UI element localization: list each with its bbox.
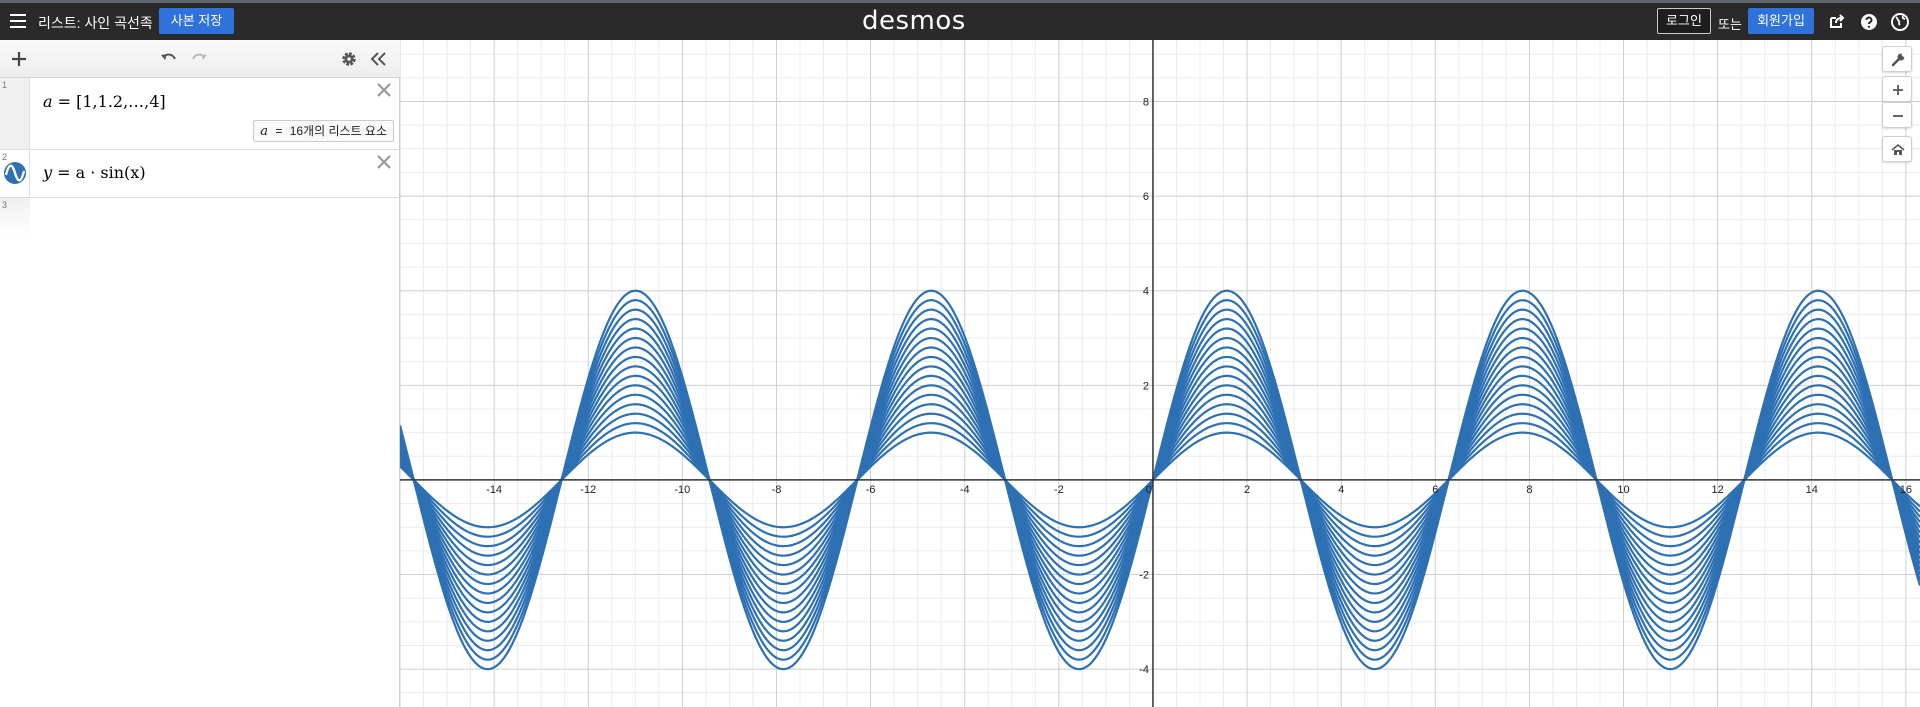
y-tick-label: 4 [1143,286,1149,298]
undo-icon[interactable] [158,48,180,70]
latex-rhs: [1,1.2,…,4] [76,92,166,111]
y-tick-label: -2 [1139,570,1149,582]
top-bar: 리스트: 사인 곡선족 사본 저장 desmos 로그인 또는 회원가입 [0,0,1920,40]
expression-row-2[interactable]: 2 y = a · sin(x) [0,150,400,198]
close-icon[interactable] [374,152,394,172]
x-tick-label: -10 [674,484,690,496]
home-icon [1891,143,1905,155]
y-tick-label: 8 [1143,96,1149,108]
x-tick-label: 14 [1806,484,1818,496]
menu-icon[interactable] [10,14,26,28]
x-tick-label: -12 [580,484,596,496]
eval-text: 16개의 리스트 요소 [289,124,387,138]
x-tick-label: -8 [772,484,782,496]
add-icon[interactable] [8,48,30,70]
x-tick-label: 2 [1244,484,1250,496]
help-icon[interactable] [1859,12,1879,32]
evaluation-box: a = 16개의 리스트 요소 [253,120,394,142]
x-tick-label: 12 [1712,484,1724,496]
x-tick-label: 8 [1526,484,1532,496]
save-copy-button[interactable]: 사본 저장 [159,8,234,34]
login-button[interactable]: 로그인 [1657,8,1711,34]
x-tick-label: 10 [1617,484,1629,496]
eval-equals: = [275,124,283,138]
desmos-logo: desmos [862,6,966,36]
x-tick-label: 16 [1900,484,1912,496]
x-tick-label: -6 [866,484,876,496]
origin-label: 0 [1146,484,1152,496]
zoom-in-icon [1893,85,1903,95]
latex-lhs: y [43,163,53,182]
default-viewport-button[interactable] [1882,136,1912,162]
signup-button[interactable]: 회원가입 [1748,8,1814,34]
expression-tab-3[interactable]: 3 [0,198,30,238]
x-tick-label: 4 [1338,484,1344,496]
expression-row-1[interactable]: 1 a = [1,1.2,…,4] a = 16개의 리스트 요소 [0,78,400,150]
y-tick-label: -4 [1139,664,1149,676]
x-tick-label: -14 [486,484,502,496]
graph-plot[interactable]: -14 -12 -10 -8 -6 -4 -2 2 4 6 8 10 12 14 16 0 -4 -2 2 4 6 8 [400,40,1920,707]
share-icon[interactable] [1827,12,1847,32]
wrench-icon [1891,53,1906,67]
expression-latex[interactable]: y = a · sin(x) [43,163,146,182]
x-tick-labels: -14 -12 -10 -8 -6 -4 -2 2 4 6 8 10 12 14 16 0 [486,484,1912,496]
zoom-in-button[interactable] [1882,76,1912,102]
y-tick-label: 2 [1143,380,1149,392]
expression-row-3[interactable]: 3 [0,198,400,238]
globe-icon[interactable] [1890,12,1910,32]
graph-settings-button[interactable] [1882,46,1912,72]
expression-number: 1 [2,80,8,90]
expression-number: 3 [2,200,8,210]
zoom-out-button[interactable] [1882,102,1912,128]
y-tick-label: 6 [1143,191,1149,203]
x-tick-label: 6 [1432,484,1438,496]
x-tick-label: -2 [1054,484,1064,496]
expression-toolbar [0,40,400,78]
expression-tab-2[interactable]: 2 [0,150,30,197]
graph-title[interactable]: 리스트: 사인 곡선족 [38,13,153,33]
close-icon[interactable] [374,80,394,100]
x-tick-label: -4 [960,484,970,496]
expression-panel: 1 a = [1,1.2,…,4] a = 16개의 리스트 요소 2 y = … [0,40,400,707]
expression-tab-1[interactable]: 1 [0,78,30,149]
expression-latex[interactable]: a = [1,1.2,…,4] [43,92,166,111]
gear-icon[interactable] [338,48,360,70]
redo-icon[interactable] [188,48,210,70]
collapse-icon[interactable] [368,48,390,70]
sine-wave-icon[interactable] [3,161,27,185]
or-text: 또는 [1718,17,1742,32]
graph-canvas[interactable]: -14 -12 -10 -8 -6 -4 -2 2 4 6 8 10 12 14 16 0 -4 -2 2 4 6 8 [400,40,1920,707]
latex-rhs: a · sin(x) [75,163,146,182]
zoom-out-icon [1893,115,1903,117]
latex-lhs: a [43,92,53,111]
eval-var: a [260,124,268,139]
y-tick-labels: -4 -2 2 4 6 8 [1139,96,1149,676]
